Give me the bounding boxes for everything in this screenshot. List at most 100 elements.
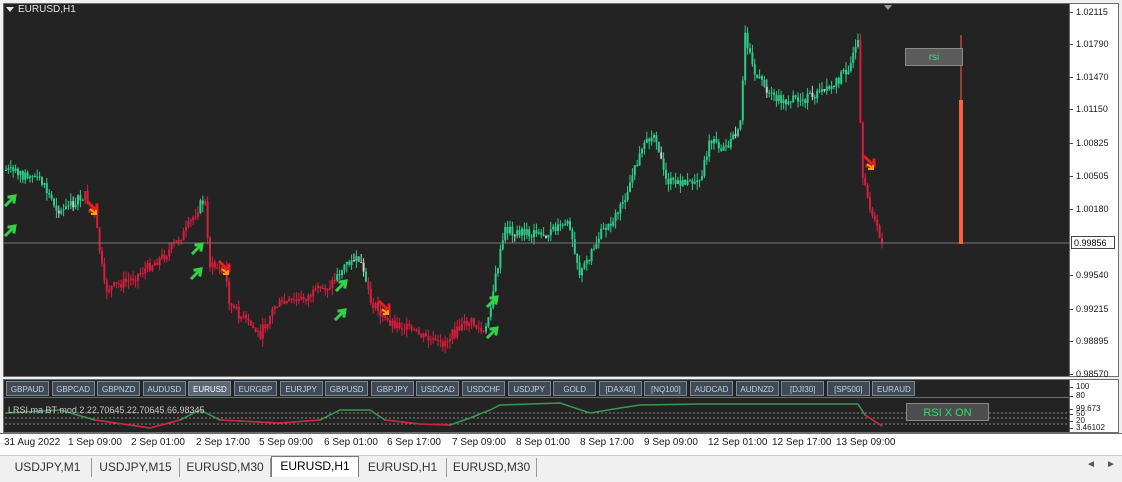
candle-body xyxy=(669,177,672,185)
candle-body xyxy=(60,210,63,214)
candle-body xyxy=(780,95,783,103)
collapse-triangle-icon[interactable] xyxy=(6,6,14,12)
candle-body xyxy=(741,80,744,121)
tab-eurusd-m30[interactable]: EURUSD,M30 xyxy=(180,458,271,477)
candle-body xyxy=(595,243,598,249)
candle-body xyxy=(115,282,118,284)
candle-body xyxy=(705,156,708,160)
candle-body xyxy=(583,263,586,269)
candle-body xyxy=(674,179,677,185)
candle-body xyxy=(636,165,639,167)
candle-body xyxy=(653,135,655,138)
candle-body xyxy=(830,85,833,89)
candle-body xyxy=(192,217,195,221)
candle-body xyxy=(278,300,281,307)
candle-body xyxy=(153,262,156,266)
candle-body xyxy=(444,341,447,347)
candle-body xyxy=(871,209,874,216)
candle-body xyxy=(36,176,39,178)
candle-body xyxy=(557,224,559,231)
candle-body xyxy=(81,199,84,201)
candle-body xyxy=(65,206,67,210)
candle-body xyxy=(17,168,19,176)
candle-body xyxy=(449,338,451,341)
candle-body xyxy=(237,306,240,319)
buy-arrow-shape xyxy=(3,224,17,238)
candle-body xyxy=(357,256,360,262)
candle-body xyxy=(168,249,171,257)
candle-body xyxy=(777,95,780,102)
chart-title-text: EURUSD,H1 xyxy=(18,4,76,15)
candle-body xyxy=(614,212,617,222)
candle-body xyxy=(21,170,24,180)
tab-scroll-right-icon[interactable]: ► xyxy=(1106,459,1116,470)
candle-body xyxy=(429,339,432,341)
time-axis: 31 Aug 2022 1 Sep 09:00 2 Sep 01:00 2 Sep 1… xyxy=(0,433,1122,455)
buy-arrow-icon xyxy=(190,242,204,256)
candle-body xyxy=(149,262,151,271)
sell-arrow-icon xyxy=(862,154,876,170)
candle-body xyxy=(578,262,581,276)
candle-body xyxy=(161,254,163,258)
rsi-x-on-button[interactable]: RSI X ON xyxy=(906,403,989,421)
candle-body xyxy=(240,316,243,319)
rsi-button[interactable]: rsi xyxy=(905,48,963,66)
candle-body xyxy=(482,331,485,333)
candle-body xyxy=(590,249,593,262)
candle-body xyxy=(194,216,197,218)
tab-eurusd-h1[interactable]: EURUSD,H1 xyxy=(359,458,447,477)
time-tick: 2 Sep 17:00 xyxy=(196,437,250,448)
candle-body xyxy=(602,228,605,230)
sell-arrow-icon xyxy=(377,299,391,315)
tab-usdjpy-m1[interactable]: USDJPY,M1 xyxy=(4,458,92,477)
candle-body xyxy=(485,326,487,332)
candle-body xyxy=(511,226,514,236)
candle-body xyxy=(156,262,159,266)
candle-body xyxy=(852,52,855,63)
candle-body xyxy=(201,200,204,205)
candle-body xyxy=(770,92,773,94)
candle-body xyxy=(513,235,516,237)
candle-body xyxy=(317,286,319,288)
candle-body xyxy=(857,40,859,48)
candle-body xyxy=(177,240,180,242)
candle-body xyxy=(48,193,51,195)
candle-body xyxy=(230,303,233,307)
time-tick: 7 Sep 09:00 xyxy=(452,437,506,448)
candle-body xyxy=(501,240,504,250)
candle-body xyxy=(657,141,660,153)
candle-body xyxy=(14,168,17,172)
candle-body xyxy=(331,279,334,288)
candle-body xyxy=(26,172,29,179)
candle-body xyxy=(643,142,646,149)
current-price-label: 0.99856 xyxy=(1071,236,1115,249)
candle-body xyxy=(139,273,142,275)
candle-body xyxy=(185,226,187,231)
candle-body xyxy=(722,146,725,151)
candle-body xyxy=(432,338,435,340)
candle-body xyxy=(417,329,420,335)
candle-body xyxy=(271,308,274,317)
candle-body xyxy=(146,262,149,269)
candle-body xyxy=(698,179,701,181)
candle-body xyxy=(355,256,358,261)
candle-body xyxy=(751,52,754,65)
tab-eurusd-h1[interactable]: EURUSD,H1 xyxy=(271,456,359,477)
candle-body xyxy=(29,176,31,179)
tab-usdjpy-m15[interactable]: USDJPY,M15 xyxy=(92,458,180,477)
candle-body xyxy=(302,296,305,300)
candle-body xyxy=(129,278,132,281)
candle-body xyxy=(468,322,471,326)
tab-scroll-left-icon[interactable]: ◄ xyxy=(1086,459,1096,470)
candle-body xyxy=(125,278,127,282)
candle-body xyxy=(499,249,502,269)
buy-arrow-shape xyxy=(485,326,499,340)
candle-body xyxy=(19,170,22,176)
candle-body xyxy=(619,204,622,214)
candle-body xyxy=(782,99,785,103)
candle-body xyxy=(141,273,144,275)
candle-body xyxy=(689,180,691,182)
candle-body xyxy=(43,183,46,185)
tab-eurusd-m30[interactable]: EURUSD,M30 xyxy=(447,458,537,477)
candle-body xyxy=(72,201,75,208)
